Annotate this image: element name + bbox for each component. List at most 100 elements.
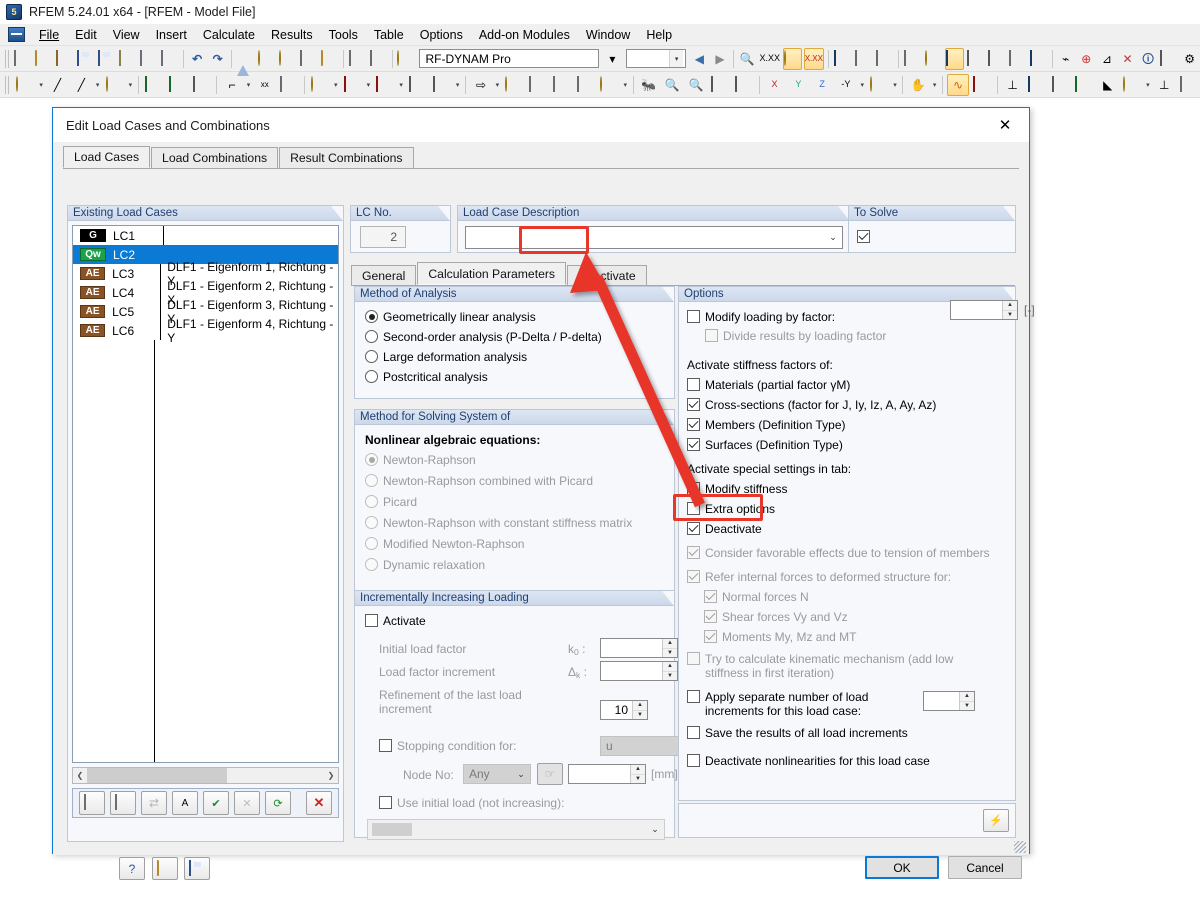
tab-deactivate[interactable]: Deactivate <box>567 265 647 285</box>
node-snap-icon[interactable] <box>257 48 276 70</box>
load-case-list[interactable]: G LC1 Qw LC2 AE LC3 DLF1 - Eigenform 1, … <box>72 225 339 763</box>
new-line-load-icon[interactable] <box>341 74 363 96</box>
scrollbar-thumb[interactable] <box>87 768 227 783</box>
extra-options-checkbox[interactable] <box>687 502 700 515</box>
use-initial-load-row[interactable]: Use initial load (not increasing): <box>379 796 564 810</box>
radio-icon[interactable] <box>365 310 378 323</box>
spinner[interactable]: ▲ ▼ <box>1002 301 1017 319</box>
new-load-case-icon[interactable] <box>79 791 105 815</box>
grid-table-icon[interactable] <box>1177 74 1199 96</box>
move-copy-icon[interactable]: ⇨ <box>470 74 492 96</box>
generate-members-icon[interactable] <box>550 74 572 96</box>
supports-icon[interactable] <box>854 48 873 70</box>
lc-no-input[interactable]: 2 <box>360 226 406 248</box>
radio-icon[interactable] <box>365 453 378 466</box>
menu-item-edit[interactable]: Edit <box>67 25 105 45</box>
spinner[interactable]: ▲ ▼ <box>662 662 677 680</box>
extrude-icon[interactable] <box>503 74 525 96</box>
chevron-down-icon[interactable]: ▾ <box>93 74 102 96</box>
radio-large-deformation[interactable]: Large deformation analysis <box>365 350 674 364</box>
to-solve-checkbox[interactable] <box>857 230 870 243</box>
consider-favorable-checkbox[interactable] <box>687 546 700 559</box>
new-free-load-icon[interactable] <box>430 74 452 96</box>
radio-newton-raphson[interactable]: Newton-Raphson <box>365 453 674 467</box>
color-scale-icon[interactable] <box>1025 74 1047 96</box>
radio-icon[interactable] <box>365 516 378 529</box>
radio-icon[interactable] <box>365 558 378 571</box>
menu-item-addon-modules[interactable]: Add-on Modules <box>471 25 578 45</box>
ok-button[interactable]: OK <box>865 856 939 879</box>
scroll-left-icon[interactable]: ❮ <box>73 771 87 780</box>
prev-icon[interactable]: ◀ <box>690 48 709 70</box>
chevron-down-icon[interactable]: ⌄ <box>646 820 664 840</box>
show-numbering-icon[interactable] <box>782 47 802 70</box>
initial-load-factor-input[interactable]: ▲ ▼ <box>600 638 678 658</box>
toolbar-grip[interactable] <box>5 49 10 68</box>
spinner[interactable]: ▲ ▼ <box>662 639 677 657</box>
view-y-icon[interactable]: Y <box>787 74 809 96</box>
calc-settings-icon[interactable]: ⚡ <box>983 809 1009 832</box>
menu-item-help[interactable]: Help <box>638 25 680 45</box>
chevron-down-icon[interactable]: ⌄ <box>824 228 842 248</box>
show-values-icon[interactable]: X.XX <box>803 47 824 70</box>
new-nodal-load-icon[interactable] <box>308 74 330 96</box>
radio-icon[interactable] <box>365 495 378 508</box>
menu-item-table[interactable]: Table <box>366 25 412 45</box>
wireframe-icon[interactable] <box>944 47 964 70</box>
chevron-down-icon[interactable]: ⌄ <box>512 764 530 784</box>
generate-surfaces-icon[interactable] <box>527 74 549 96</box>
menu-item-insert[interactable]: Insert <box>148 25 195 45</box>
stiffness-cross-sections-row[interactable]: Cross-sections (factor for J, Iy, Iz, A,… <box>687 398 1015 412</box>
refinement-input[interactable]: 10 ▲ ▼ <box>600 700 648 720</box>
radio-dynamic-relaxation[interactable]: Dynamic relaxation <box>365 558 674 572</box>
stiffness-materials-row[interactable]: Materials (partial factor γM) <box>687 378 1015 392</box>
chevron-down-icon[interactable]: ▾ <box>669 50 684 67</box>
new-surface-icon[interactable] <box>103 74 125 96</box>
deactivate-nonlinearities-row[interactable]: Deactivate nonlinearities for this load … <box>687 754 1015 768</box>
activate-checkbox[interactable] <box>365 614 378 627</box>
new-line-support-icon[interactable] <box>167 74 189 96</box>
next-icon[interactable]: ▶ <box>711 48 730 70</box>
object-snap-icon[interactable] <box>278 48 297 70</box>
special-modify-stiffness-row[interactable]: Modify stiffness <box>687 482 1015 496</box>
radio-newton-raphson-constant[interactable]: Newton-Raphson with constant stiffness m… <box>365 516 674 530</box>
radio-icon[interactable] <box>365 370 378 383</box>
moments-checkbox[interactable] <box>704 630 717 643</box>
delete-icon[interactable]: ✕ <box>306 791 332 815</box>
menu-item-tools[interactable]: Tools <box>321 25 366 45</box>
materials-checkbox[interactable] <box>687 378 700 391</box>
spinner[interactable]: ▲ ▼ <box>632 701 647 719</box>
modify-loading-checkbox[interactable] <box>687 310 700 323</box>
zoom-all-icon[interactable] <box>709 74 731 96</box>
menu-item-window[interactable]: Window <box>578 25 638 45</box>
view-z-icon[interactable]: Z <box>811 74 833 96</box>
menu-item-results[interactable]: Results <box>263 25 321 45</box>
list-horizontal-scrollbar[interactable]: ❮ ❯ <box>72 767 339 784</box>
pan-icon[interactable]: ✋ <box>907 74 929 96</box>
load-case-description-field[interactable] <box>466 227 824 248</box>
modify-stiffness-checkbox[interactable] <box>687 482 700 495</box>
radio-icon[interactable] <box>365 330 378 343</box>
radio-geometrically-linear[interactable]: Geometrically linear analysis <box>365 310 674 324</box>
chevron-down-icon[interactable]: ▾ <box>37 74 46 96</box>
open-icon[interactable] <box>152 857 178 880</box>
radio-icon[interactable] <box>365 474 378 487</box>
chevron-down-icon[interactable]: ▾ <box>126 74 135 96</box>
spinner[interactable]: ▲ ▼ <box>630 765 645 783</box>
radio-picard[interactable]: Picard <box>365 495 674 509</box>
rename-icon[interactable]: A <box>172 791 198 815</box>
mesh-icon[interactable] <box>903 48 922 70</box>
grid-toggle-icon[interactable] <box>1008 48 1027 70</box>
stiffness-members-row[interactable]: Members (Definition Type) <box>687 418 1015 432</box>
results-table-icon[interactable] <box>971 74 993 96</box>
coordinates-icon[interactable]: X.XX <box>759 48 781 70</box>
close-icon[interactable]: ✕ <box>983 110 1027 140</box>
kinematic-checkbox[interactable] <box>687 652 700 665</box>
surfaces-checkbox[interactable] <box>687 438 700 451</box>
import-icon[interactable] <box>396 48 415 70</box>
node-no-select[interactable]: Any ⌄ <box>463 764 531 784</box>
chevron-down-icon[interactable]: ▾ <box>364 74 373 96</box>
new-model-icon[interactable] <box>598 74 620 96</box>
pick-node-icon[interactable]: ☞ <box>537 763 563 785</box>
results-diagram-icon[interactable]: ∿ <box>947 73 969 96</box>
